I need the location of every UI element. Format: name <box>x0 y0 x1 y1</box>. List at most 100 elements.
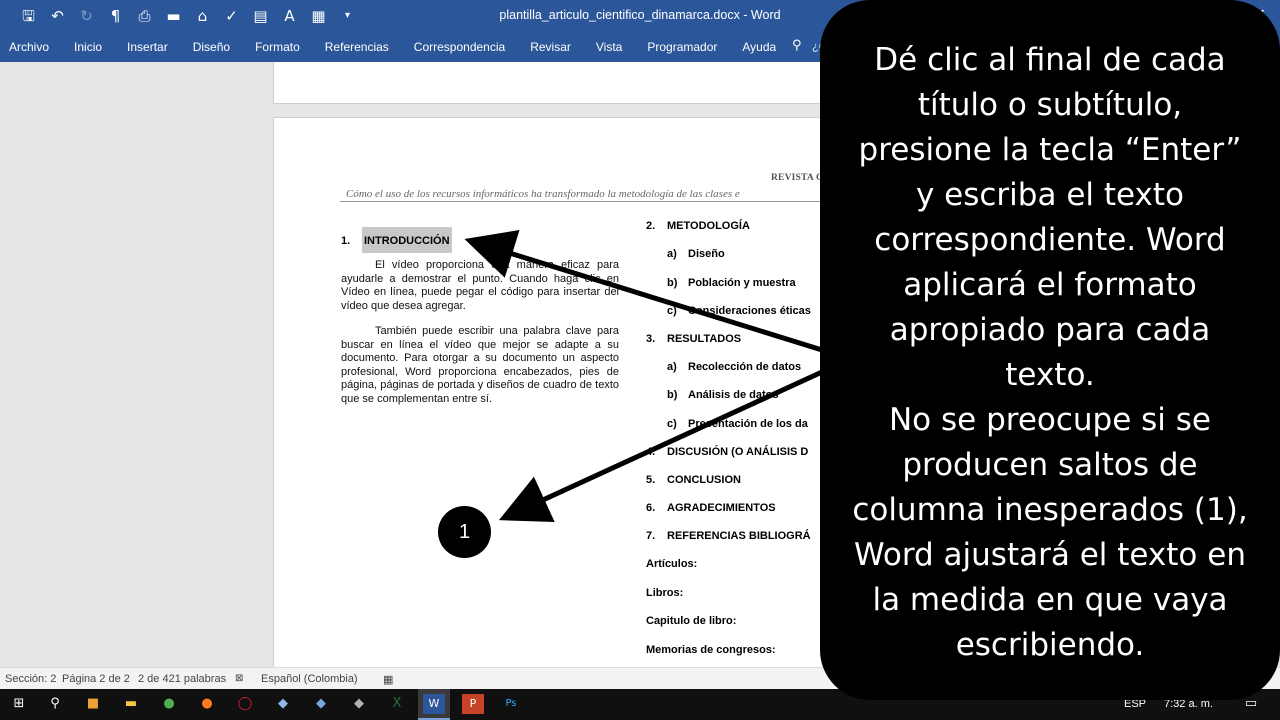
ribbon-tab-correspondencia[interactable]: Correspondencia <box>414 40 505 54</box>
subheading[interactable]: b) Población y muestra <box>667 277 796 289</box>
item-text: Presentación de los da <box>688 418 808 430</box>
paint-app-icon[interactable]: ◆ <box>348 694 370 714</box>
item-text: Recolección de datos <box>688 361 802 373</box>
callout-number-badge: 1 <box>438 506 491 558</box>
status-page[interactable]: Página 2 de 2 <box>62 673 130 685</box>
excel-icon[interactable]: X <box>386 694 408 714</box>
reference-category[interactable]: Libros: <box>646 587 683 599</box>
ribbon-tab-programador[interactable]: Programador <box>647 40 717 54</box>
item-text: Libros: <box>646 587 684 599</box>
item-number: 5. <box>646 474 656 486</box>
previous-page-bottom <box>273 62 873 104</box>
reference-category[interactable]: Artículos: <box>646 558 697 570</box>
reference-category[interactable]: Memorias de congresos: <box>646 644 776 656</box>
item-text: Capitulo de libro: <box>646 615 737 627</box>
item-text: Población y muestra <box>688 277 796 289</box>
firefox-icon[interactable]: ● <box>196 694 218 714</box>
ribbon-tab-revisar[interactable]: Revisar <box>530 40 571 54</box>
subheading[interactable]: c) Presentación de los da <box>667 418 808 430</box>
item-number: b) <box>667 277 678 289</box>
ribbon-tab-vista[interactable]: Vista <box>596 40 622 54</box>
ribbon-tab-ayuda[interactable]: Ayuda <box>742 40 776 54</box>
section-heading[interactable]: 4. DISCUSIÓN (O ANÁLISIS D <box>646 446 808 458</box>
instruction-line: Word ajustará el texto en <box>854 537 1246 573</box>
item-number: 7. <box>646 530 656 542</box>
item-text: Análisis de datos <box>688 389 779 401</box>
sublime-icon[interactable]: ■ <box>82 694 104 714</box>
subheading[interactable]: b) Análisis de datos <box>667 389 778 401</box>
instruction-line: apropiado para cada <box>889 312 1211 348</box>
instruction-line: texto. <box>1005 357 1095 393</box>
section-heading[interactable]: 3. RESULTADOS <box>646 333 741 345</box>
heading-text-selected[interactable]: INTRODUCCIÓN <box>362 227 452 253</box>
instruction-line: No se preocupe si se <box>888 402 1211 438</box>
item-text: CONCLUSION <box>667 474 741 486</box>
section-heading[interactable]: 7. REFERENCIAS BIBLIOGRÁ <box>646 530 811 542</box>
item-number: 2. <box>646 220 656 232</box>
reference-category[interactable]: Capitulo de libro: <box>646 615 736 627</box>
chrome-icon[interactable]: ● <box>158 694 180 714</box>
instruction-line: escribiendo. <box>955 627 1145 663</box>
subheading[interactable]: c) Consideraciones éticas <box>667 305 811 317</box>
search-icon[interactable]: ⚲ <box>792 38 802 53</box>
journal-header: REVISTA C <box>771 173 824 183</box>
instruction-line: y escriba el texto <box>915 177 1185 213</box>
item-number: a) <box>667 361 677 373</box>
instruction-callout: Dé clic al final de cada título o subtítu… <box>820 0 1280 700</box>
item-number: 3. <box>646 333 656 345</box>
section-heading[interactable]: 5. CONCLUSION <box>646 474 741 486</box>
instruction-line: la medida en que vaya <box>872 582 1228 618</box>
app-icon[interactable]: ◆ <box>310 694 332 714</box>
paragraph-1[interactable]: El vídeo proporciona una manera eficaz p… <box>341 259 619 313</box>
document-page[interactable]: REVISTA C Cómo el uso de los recursos in… <box>273 117 874 667</box>
item-text: METODOLOGÍA <box>667 220 750 232</box>
item-text: Artículos: <box>646 558 698 570</box>
windows-start-icon[interactable]: ⊞ <box>8 694 30 714</box>
ribbon-tab-archivo[interactable]: Archivo <box>9 40 49 54</box>
item-number: c) <box>667 305 677 317</box>
photoshop-icon[interactable]: Ps <box>500 694 522 714</box>
ribbon-tab-referencias[interactable]: Referencias <box>325 40 389 54</box>
item-text: AGRADECIMIENTOS <box>667 502 776 514</box>
heading-introduccion[interactable]: 1. INTRODUCCIÓN <box>341 227 452 253</box>
item-number: c) <box>667 418 677 430</box>
instruction-line: presione la tecla “Enter” <box>858 132 1242 168</box>
proofing-icon[interactable]: ⊠ <box>235 673 243 684</box>
macro-record-icon[interactable]: ▦ <box>383 673 393 686</box>
subheading[interactable]: a) Recolección de datos <box>667 361 801 373</box>
ribbon-tab-diseno[interactable]: Diseño <box>193 40 230 54</box>
powerpoint-icon[interactable]: P <box>462 694 484 714</box>
item-text: Memorias de congresos: <box>646 644 776 656</box>
subheading[interactable]: a) Diseño <box>667 248 725 260</box>
ribbon-tab-insertar[interactable]: Insertar <box>127 40 168 54</box>
item-text: Diseño <box>688 248 725 260</box>
word-icon[interactable]: W <box>423 694 445 714</box>
file-explorer-icon[interactable]: ▬ <box>120 694 142 714</box>
item-number: 6. <box>646 502 656 514</box>
instruction-text: Dé clic al final de cada título o subtítu… <box>840 38 1260 668</box>
item-number: b) <box>667 389 678 401</box>
instruction-line: correspondiente. Word <box>874 222 1226 258</box>
opera-icon[interactable]: ◯ <box>234 694 256 714</box>
instruction-line: Dé clic al final de cada <box>874 42 1226 78</box>
section-heading[interactable]: 2. METODOLOGÍA <box>646 220 750 232</box>
item-text: Consideraciones éticas <box>688 305 811 317</box>
ribbon-tab-formato[interactable]: Formato <box>255 40 300 54</box>
item-number: a) <box>667 248 677 260</box>
status-language[interactable]: Español (Colombia) <box>261 673 358 685</box>
item-text: DISCUSIÓN (O ANÁLISIS D <box>667 446 809 458</box>
taskbar-search-icon[interactable]: ⚲ <box>44 694 66 714</box>
status-word-count[interactable]: 2 de 421 palabras <box>138 673 226 685</box>
ribbon-tab-inicio[interactable]: Inicio <box>74 40 102 54</box>
instruction-line: columna inesperados (1), <box>852 492 1248 528</box>
item-number: 4. <box>646 446 656 458</box>
instruction-line: aplicará el formato <box>903 267 1197 303</box>
item-text: RESULTADOS <box>667 333 742 345</box>
instruction-line: producen saltos de <box>902 447 1198 483</box>
item-text: REFERENCIAS BIBLIOGRÁ <box>667 530 811 542</box>
paragraph-2[interactable]: También puede escribir una palabra clave… <box>341 325 619 407</box>
header-divider <box>340 201 874 202</box>
status-section: Sección: 2 <box>5 673 57 685</box>
notes-app-icon[interactable]: ◆ <box>272 694 294 714</box>
section-heading[interactable]: 6. AGRADECIMIENTOS <box>646 502 776 514</box>
